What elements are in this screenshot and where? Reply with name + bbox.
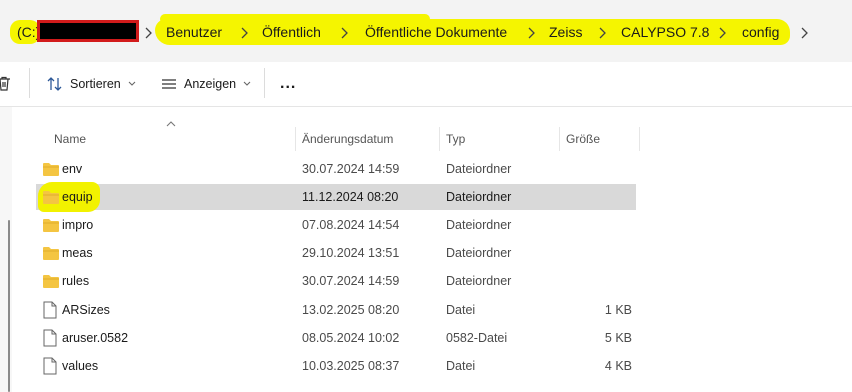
chevron-right-icon	[145, 27, 152, 39]
column-header-size[interactable]: Größe	[566, 127, 600, 151]
chevron-right-icon	[341, 27, 348, 39]
file-row-values[interactable]: values 10.03.2025 08:37 Datei 4 KB	[36, 353, 636, 379]
file-type: Datei	[446, 359, 476, 373]
file-size: 5 KB	[604, 331, 632, 345]
folder-icon	[43, 275, 59, 288]
breadcrumb-item-oeffentliche-dokumente[interactable]: Öffentliche Dokumente	[365, 24, 507, 40]
breadcrumb-item-oeffentlich[interactable]: Öffentlich	[262, 24, 321, 40]
folder-icon	[43, 247, 59, 260]
file-date: 08.05.2024 10:02	[302, 331, 400, 345]
file-name: impro	[62, 218, 94, 232]
toolbar-divider	[264, 68, 265, 98]
file-name: meas	[62, 246, 93, 260]
breadcrumb-item-benutzer[interactable]: Benutzer	[166, 24, 222, 40]
file-size	[552, 212, 632, 238]
column-divider[interactable]	[559, 127, 560, 151]
chevron-right-icon[interactable]	[798, 26, 810, 40]
file-date: 11.12.2024 08:20	[302, 190, 399, 204]
file-type: Dateiordner	[446, 218, 512, 232]
file-type: Dateiordner	[446, 190, 512, 204]
file-row-impro[interactable]: impro 07.08.2024 14:54 Dateiordner	[36, 212, 636, 238]
column-divider[interactable]	[439, 127, 440, 151]
column-header-date[interactable]: Änderungsdatum	[302, 127, 393, 151]
file-name: ARSizes	[62, 303, 110, 317]
breadcrumb-item-calypso[interactable]: CALYPSO 7.8	[621, 24, 709, 40]
file-name: rules	[62, 274, 90, 288]
file-icon	[43, 329, 57, 347]
column-header-type[interactable]: Typ	[446, 127, 465, 151]
file-row-arsizes[interactable]: ARSizes 13.02.2025 08:20 Datei 1 KB	[36, 297, 636, 323]
file-date: 10.03.2025 08:37	[302, 359, 400, 373]
file-row-rules[interactable]: rules 30.07.2024 14:59 Dateiordner	[36, 268, 636, 294]
view-label: Anzeigen	[184, 77, 237, 91]
chevron-right-icon	[599, 27, 606, 39]
address-bar[interactable]: (C:) Benutzer Öffentlich Öffentliche Dok…	[0, 0, 852, 63]
delete-button[interactable]	[0, 62, 14, 106]
chevron-down-icon	[243, 81, 251, 86]
view-lines-icon	[162, 79, 176, 89]
folder-icon	[43, 191, 59, 204]
file-row-aruser[interactable]: aruser.0582 08.05.2024 10:02 0582-Datei …	[36, 325, 636, 351]
column-headers: Name Änderungsdatum Typ Größe	[0, 127, 852, 151]
file-date: 30.07.2024 14:59	[302, 274, 400, 288]
file-size	[552, 240, 632, 266]
breadcrumb-item-zeiss[interactable]: Zeiss	[549, 24, 582, 40]
redacted-area	[37, 20, 139, 42]
file-size: 4 KB	[604, 359, 632, 373]
breadcrumb: (C:) Benutzer Öffentlich Öffentliche Dok…	[0, 0, 852, 62]
file-type: Dateiordner	[446, 274, 512, 288]
column-header-name[interactable]: Name	[54, 127, 86, 151]
folder-icon	[43, 219, 59, 232]
file-size	[552, 184, 632, 210]
more-options-button[interactable]: ...	[280, 62, 296, 106]
file-name: values	[62, 359, 99, 373]
folder-icon	[43, 163, 59, 176]
chevron-right-icon	[528, 27, 535, 39]
file-size	[552, 268, 632, 294]
breadcrumb-item-config[interactable]: config	[742, 24, 779, 40]
column-divider[interactable]	[295, 127, 296, 151]
command-bar: Sortieren Anzeigen ...	[0, 62, 852, 107]
view-button[interactable]: Anzeigen	[160, 62, 251, 106]
sort-button[interactable]: Sortieren	[46, 62, 136, 106]
trash-icon	[0, 76, 10, 91]
chevron-down-icon	[128, 81, 136, 86]
file-icon	[43, 301, 57, 319]
highlight-marker	[160, 14, 430, 24]
column-divider[interactable]	[639, 127, 640, 151]
file-name: equip	[62, 190, 93, 204]
sort-icon	[47, 77, 62, 91]
file-row-equip[interactable]: equip 11.12.2024 08:20 Dateiordner	[36, 182, 636, 212]
file-date: 29.10.2024 13:51	[302, 246, 400, 260]
file-icon	[43, 357, 57, 375]
file-type: Dateiordner	[446, 246, 512, 260]
file-date: 07.08.2024 14:54	[302, 218, 400, 232]
chevron-right-icon	[719, 27, 726, 39]
file-size	[552, 156, 632, 182]
file-date: 30.07.2024 14:59	[302, 162, 400, 176]
file-type: 0582-Datei	[446, 331, 508, 345]
file-name: aruser.0582	[62, 331, 129, 345]
navigation-scrollbar[interactable]	[8, 220, 10, 392]
more-label: ...	[280, 75, 297, 92]
file-size: 1 KB	[604, 303, 632, 317]
chevron-right-icon	[241, 27, 248, 39]
file-name: env	[62, 162, 83, 176]
file-date: 13.02.2025 08:20	[302, 303, 400, 317]
file-row-meas[interactable]: meas 29.10.2024 13:51 Dateiordner	[36, 240, 636, 266]
file-row-env[interactable]: env 30.07.2024 14:59 Dateiordner	[36, 156, 636, 182]
file-type: Datei	[446, 303, 476, 317]
file-type: Dateiordner	[446, 162, 512, 176]
sort-label: Sortieren	[70, 77, 121, 91]
toolbar-divider	[29, 68, 30, 98]
